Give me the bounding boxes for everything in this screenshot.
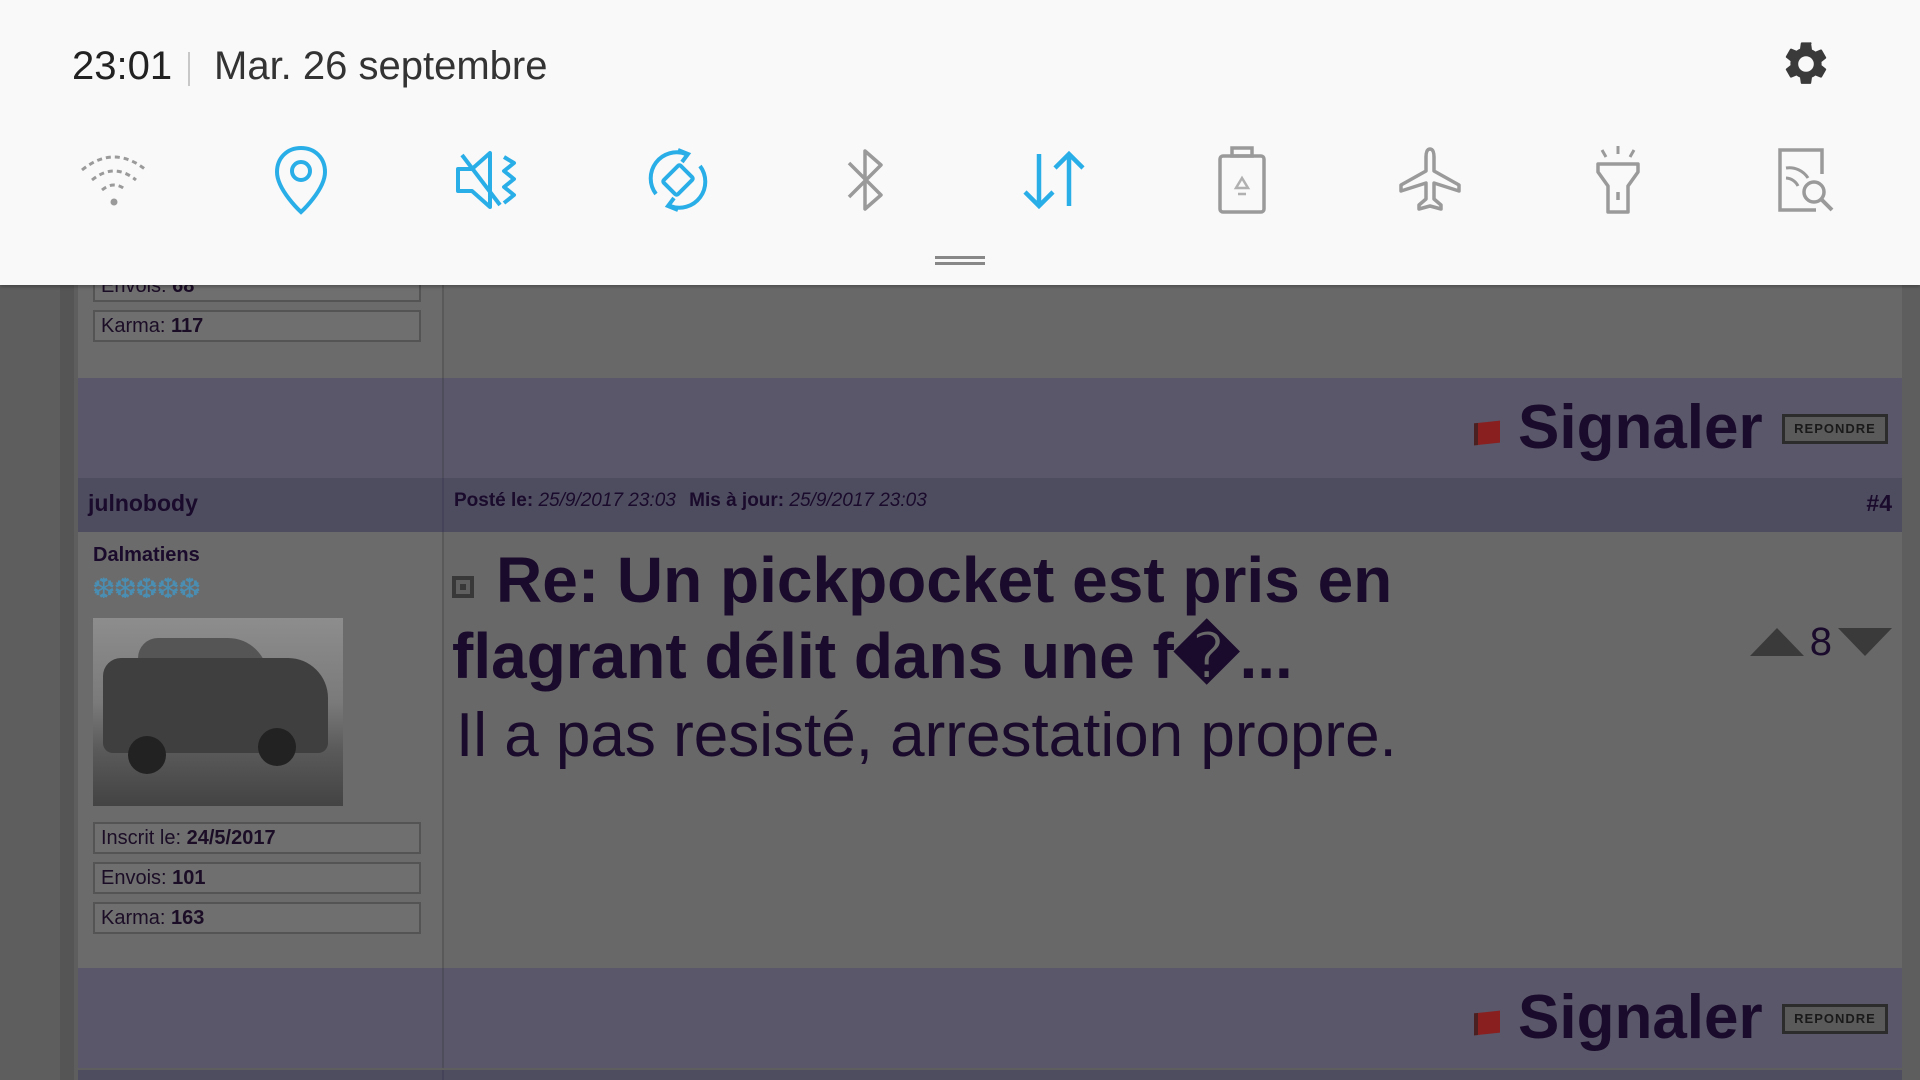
airplane-icon [1399, 147, 1461, 211]
report-flag-icon[interactable] [1474, 1010, 1500, 1036]
vote-down-icon[interactable] [1838, 628, 1892, 656]
sends-label: Envois: [101, 867, 167, 889]
report-link[interactable]: Signaler [1518, 982, 1763, 1053]
action-bar: Signaler REPONDRE [78, 378, 1902, 478]
post-text: Il a pas resisté, arrestation propre. [456, 701, 1397, 770]
wifi-icon [81, 155, 147, 206]
updated-label: Mis à jour: [689, 490, 785, 511]
qs-tile-power-saving[interactable] [1202, 140, 1282, 220]
qs-tile-location[interactable] [261, 140, 341, 220]
user-rank: Dalmatiens [93, 544, 200, 566]
battery-recycle-icon [1218, 146, 1266, 214]
joined-value: 24/5/2017 [186, 827, 276, 849]
qs-tile-wifi[interactable] [74, 140, 154, 220]
posted-label: Posté le: [454, 490, 534, 511]
vibrate-mute-icon [456, 151, 516, 209]
karma-label: Karma: [101, 907, 166, 929]
vote-widget: 8 [1749, 619, 1892, 664]
karma-value: 117 [171, 315, 204, 337]
quick-settings-panel: 23:01 Mar. 26 septembre [0, 0, 1920, 285]
flashlight-icon [1596, 146, 1640, 214]
qs-tile-bluetooth[interactable] [826, 140, 906, 220]
vote-count: 8 [1809, 619, 1832, 664]
qs-tile-mobile-data[interactable] [1014, 140, 1094, 220]
reply-button[interactable]: REPONDRE [1782, 414, 1888, 444]
post-number-link[interactable]: #4 [1866, 490, 1892, 517]
qs-tile-screen-search[interactable] [1766, 140, 1846, 220]
divider [188, 52, 190, 86]
joined-box: Inscrit le: 24/5/2017 [93, 822, 421, 854]
karma-box: Karma: 163 [93, 902, 421, 934]
report-flag-icon[interactable] [1474, 420, 1500, 446]
clock: 23:01 [72, 44, 173, 88]
karma-label: Karma: [101, 315, 166, 337]
rotate-icon [648, 148, 708, 212]
sends-box: Envois: 101 [93, 862, 421, 894]
data-transfer-icon [1023, 150, 1085, 210]
post: Dalmatiens ❆❆❆❆❆ Inscrit le: 24/5/2017 E… [78, 532, 1902, 968]
post-header: julnobody Posté le: 25/9/2017 23:03 Mis … [78, 478, 1902, 532]
location-pin-icon [274, 145, 328, 215]
rank-stars-icon: ❆❆❆❆❆ [92, 573, 201, 604]
sends-value: 101 [172, 867, 206, 889]
joined-label: Inscrit le: [101, 827, 182, 849]
avatar [93, 618, 343, 806]
action-bar: Signaler REPONDRE [78, 968, 1902, 1068]
post-body: Re: Un pickpocket est pris en flagrant d… [444, 532, 1902, 968]
qs-tile-vibrate[interactable] [449, 140, 529, 220]
karma-value: 163 [171, 907, 205, 929]
bluetooth-icon [847, 149, 883, 211]
vote-up-icon[interactable] [1749, 628, 1804, 656]
username-link[interactable]: julnobody [88, 490, 198, 517]
report-link[interactable]: Signaler [1518, 392, 1763, 463]
post-header [78, 1070, 1902, 1080]
gear-icon[interactable] [1780, 38, 1832, 90]
quick-tiles-row [0, 140, 1920, 220]
date: Mar. 26 septembre [214, 44, 548, 88]
qs-tile-auto-rotate[interactable] [638, 140, 718, 220]
post-title: Re: Un pickpocket est pris en flagrant d… [452, 544, 1393, 692]
qs-tile-airplane[interactable] [1390, 140, 1470, 220]
drag-handle[interactable] [935, 256, 985, 265]
updated-value: 25/9/2017 23:03 [789, 490, 927, 511]
screen-search-icon [1778, 148, 1834, 212]
karma-box: Karma: 117 [93, 310, 421, 342]
qs-tile-flashlight[interactable] [1578, 140, 1658, 220]
posted-value: 25/9/2017 23:03 [538, 490, 676, 511]
author-column: Dalmatiens ❆❆❆❆❆ Inscrit le: 24/5/2017 E… [78, 532, 444, 968]
post-dates: Posté le: 25/9/2017 23:03 Mis à jour: 25… [454, 490, 935, 512]
reply-button[interactable]: REPONDRE [1782, 1004, 1888, 1034]
